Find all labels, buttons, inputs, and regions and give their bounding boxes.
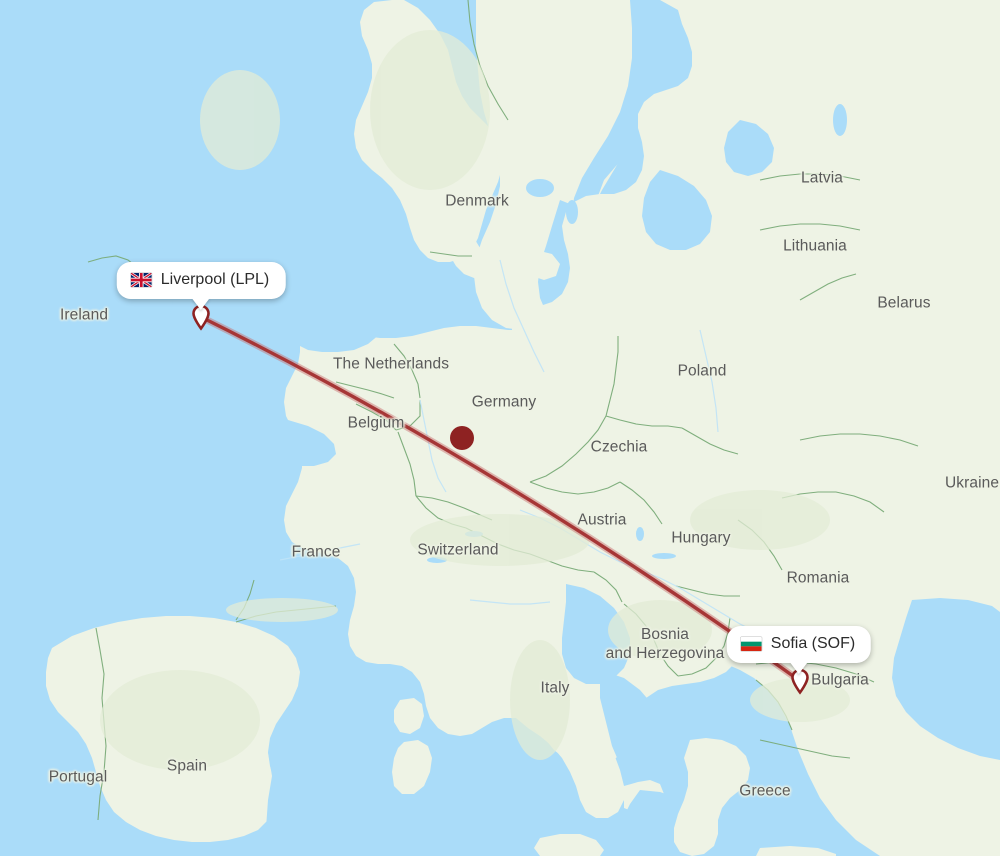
terrain-scandes <box>370 30 490 190</box>
route-midpoint-marker[interactable] <box>450 426 474 450</box>
flight-route-map[interactable]: Ireland Denmark Latvia Lithuania Belarus… <box>0 0 1000 856</box>
callout-label-sofia: Sofia (SOF) <box>770 635 856 652</box>
lake-vanern <box>526 179 554 197</box>
terrain-carpathians <box>690 490 830 550</box>
callout-label-liverpool: Liverpool (LPL) <box>160 271 270 288</box>
callout-sofia[interactable]: Sofia (SOF) <box>726 626 872 663</box>
terrain-apennines <box>510 640 570 760</box>
flag-bg-icon <box>740 637 762 651</box>
terrain-scotland-highlands <box>200 70 280 170</box>
map-canvas <box>0 0 1000 856</box>
callout-liverpool[interactable]: Liverpool (LPL) <box>116 262 286 299</box>
terrain-meseta <box>100 670 260 770</box>
lake-neusiedl <box>636 527 644 541</box>
lake-balaton <box>652 553 676 559</box>
flag-gb-icon <box>130 273 152 287</box>
lake-vattern <box>566 200 578 224</box>
lake-peipus <box>833 104 847 136</box>
terrain-pyrenees <box>226 598 338 622</box>
